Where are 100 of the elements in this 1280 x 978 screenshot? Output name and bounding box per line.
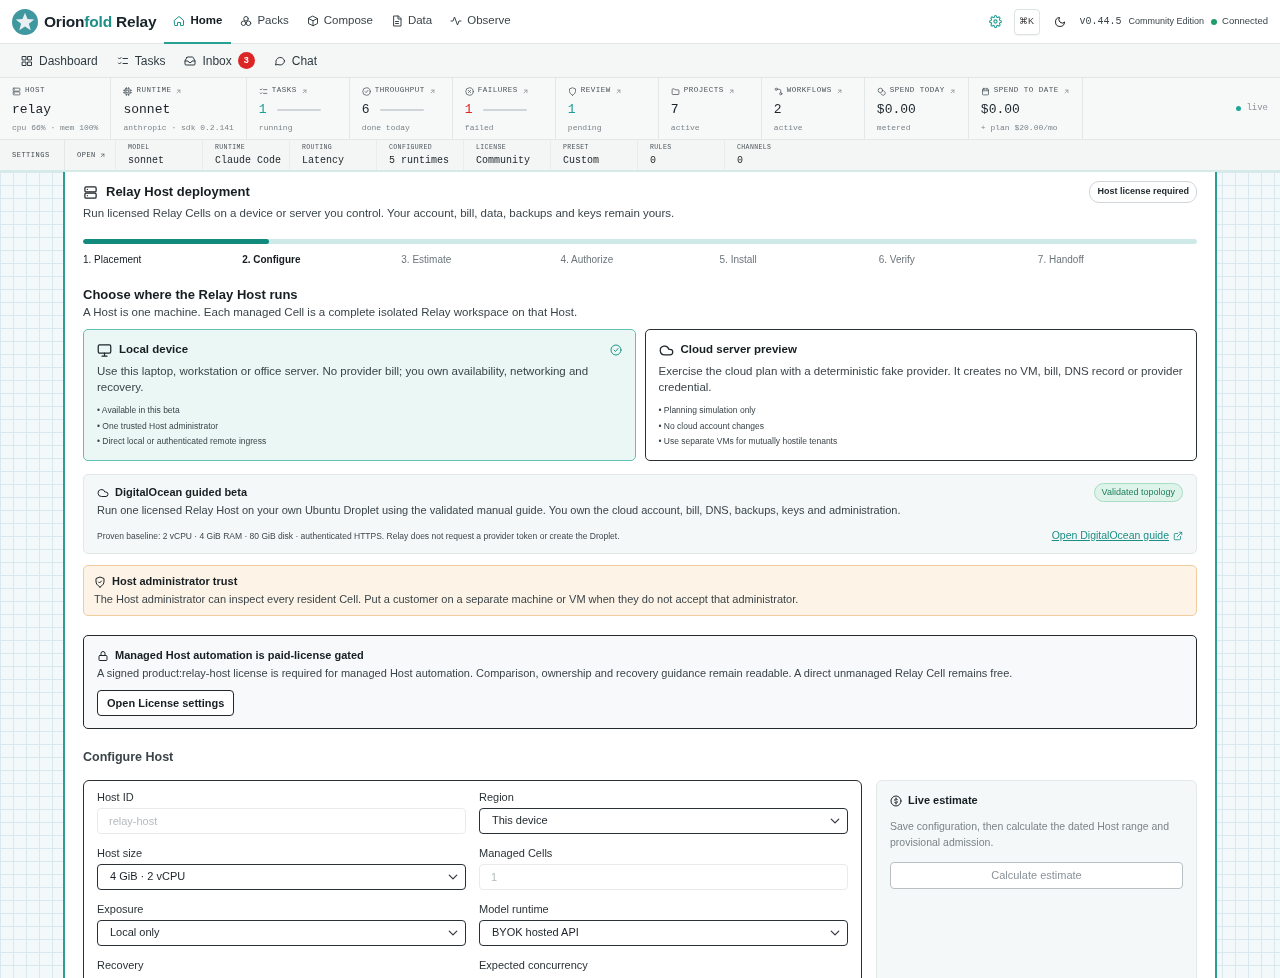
stat-value: 6 (361, 101, 370, 118)
section-title: Relay Host deployment (106, 184, 250, 200)
version-label: v0.44.5 (1079, 15, 1122, 29)
license-badge: Host license required (1089, 181, 1197, 203)
field-label: Host size (97, 847, 144, 860)
stat-value: $0.00 (980, 101, 1020, 118)
sub-nav-tab[interactable]: Chat (273, 48, 318, 73)
setting-value: Latency (302, 154, 345, 167)
panel-text: Run one licensed Relay Host on your own Ubuntu Droplet using the validated manual guide. You own the cloud account, bill, DNS, backups, keys and administration. (97, 503, 902, 518)
stat-detail: cpu 66% · mem 100% (12, 122, 99, 134)
option-card[interactable] (644, 329, 1197, 461)
field-label: Expected concurrency (479, 959, 589, 972)
select-field[interactable]: BYOK hosted API (479, 920, 848, 946)
select-field[interactable]: This device (479, 808, 848, 834)
live-label: live (1246, 101, 1268, 115)
stat-value: relay (12, 101, 51, 118)
stat-value: 2 (773, 101, 782, 118)
step-label: 5. Install (719, 253, 758, 266)
setting-value: Claude Code (215, 154, 282, 167)
nav-tab[interactable]: Observe (441, 0, 520, 44)
chat-icon (273, 54, 286, 67)
select-field[interactable]: 4 GiB · 2 vCPU (97, 864, 466, 890)
stat-detail: + plan $20.00/mo (980, 122, 1059, 134)
stat-detail: done today (361, 122, 411, 134)
field-label: Managed Cells (479, 847, 554, 860)
server-icon (12, 86, 21, 96)
field-label: Exposure (97, 903, 145, 916)
x-circle-icon (464, 86, 474, 96)
status-badge: Validated topology (1093, 482, 1183, 503)
sub-nav-tab[interactable]: Dashboard (21, 48, 98, 73)
cube-icon (306, 14, 319, 27)
stat-detail: failed (464, 122, 495, 134)
cloud-icon (658, 342, 674, 358)
sub-nav-tab[interactable]: Inbox 3 (184, 48, 255, 73)
grid-icon (21, 54, 33, 67)
nav-tab[interactable]: Data (381, 0, 442, 44)
step-label: 4. Authorize (560, 253, 615, 266)
stat-detail: running (258, 122, 294, 134)
bullet-point: • Use separate VMs for mutually hostile tenants (658, 435, 839, 448)
bullet-point: • One trusted Host administrator (97, 419, 220, 433)
count-badge: 3 (237, 52, 255, 69)
command-button[interactable]: ⌘K (1013, 8, 1040, 35)
folder-icon (670, 86, 680, 96)
setting-value: 0 (650, 154, 657, 167)
stat-detail: pending (567, 122, 603, 134)
logo-icon[interactable] (12, 8, 38, 35)
sub-nav-tab[interactable]: Tasks (116, 48, 166, 73)
stat-value: 1 (464, 101, 473, 118)
panel-title: DigitalOcean guided beta (115, 485, 248, 501)
stat-value: sonnet (123, 101, 171, 118)
section-title: Configure Host (83, 749, 175, 765)
panel-text: The Host administrator can inspect every resident Cell. Put a customer on a separate machine or VM when they do not accept that administrator. (94, 592, 800, 607)
stat-detail: active (670, 122, 701, 134)
nav-tab[interactable]: Compose (297, 0, 382, 44)
stat-detail: active (773, 122, 804, 134)
checklist-icon (116, 54, 129, 67)
brand-name: Orionfold Relay (44, 11, 157, 32)
house-icon (173, 14, 186, 27)
nav-tab[interactable]: Packs (231, 0, 298, 44)
chip-icon (123, 86, 133, 96)
bullet-point: • Available in this beta (97, 404, 181, 417)
license-settings-button[interactable]: Open License settings (97, 690, 235, 716)
lock-icon (97, 649, 109, 662)
select-field[interactable]: Local only (97, 920, 466, 946)
bullet-point: • No cloud account changes (658, 419, 765, 433)
option-title: Local device (119, 342, 189, 358)
stat-detail: anthropic · sdk 0.2.141 (123, 122, 234, 134)
setting-value: Community (476, 154, 531, 167)
option-title: Cloud server preview (680, 342, 797, 358)
field-label: Recovery (97, 959, 145, 972)
calendar-icon (980, 86, 990, 96)
stat-detail: metered (876, 122, 912, 134)
setting-value: 5 runtimes (389, 154, 450, 167)
option-description: Use this laptop, workstation or office server. No provider bill; you own availability, networking and recovery. (97, 364, 590, 395)
check-circle-icon (609, 344, 622, 356)
document-icon (390, 14, 403, 27)
server-icon (83, 184, 98, 200)
external-link-icon (1173, 531, 1183, 541)
guide-link[interactable]: Open DigitalOcean guide (1051, 528, 1183, 544)
shield-icon (567, 86, 577, 96)
step-label: 3. Estimate (401, 253, 453, 266)
moon-icon[interactable] (1053, 15, 1066, 28)
stat-value: 7 (670, 101, 679, 118)
nodes-icon (773, 86, 783, 96)
setting-value: 0 (737, 154, 744, 167)
step-label: 2. Configure (242, 253, 302, 266)
pulse-icon (450, 14, 463, 27)
shield-check-icon (94, 575, 106, 588)
step-label: 7. Handoff (1037, 253, 1085, 266)
panel-title: Live estimate (908, 793, 978, 809)
bullet-point: • Direct local or authenticated remote ingress (97, 435, 268, 448)
settings-icon[interactable] (988, 15, 1002, 28)
monitor-icon (97, 342, 112, 358)
stat-value: $0.00 (876, 101, 916, 118)
dollar-circle-icon (890, 794, 902, 807)
step-label: 1. Placement (83, 253, 143, 266)
coins-icon (876, 86, 886, 96)
panel-title: Managed Host automation is paid-license gated (115, 648, 364, 664)
inbox-icon (184, 54, 197, 67)
setting-value: sonnet (128, 154, 165, 167)
